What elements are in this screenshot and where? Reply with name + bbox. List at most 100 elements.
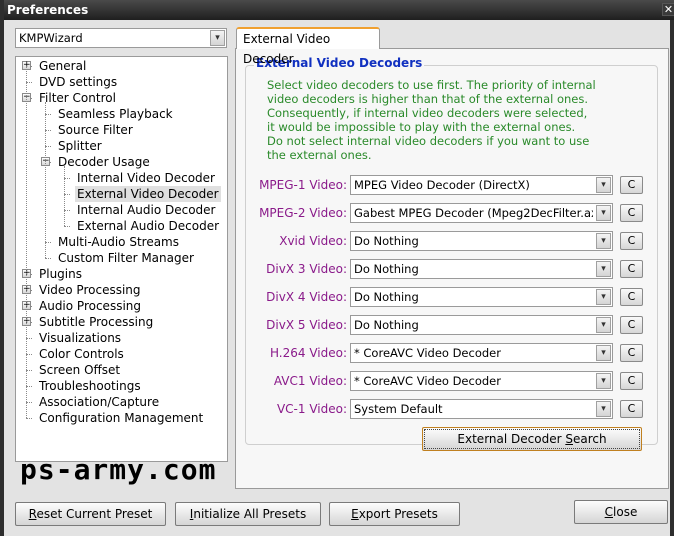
tree-connector — [26, 418, 32, 419]
decoder-value: System Default — [354, 402, 443, 416]
decoder-select[interactable]: Do Nothing ▾ — [350, 259, 613, 279]
chevron-down-icon[interactable]: ▾ — [596, 233, 611, 249]
decoder-label: H.264 Video: — [269, 346, 347, 360]
tree-item[interactable]: General — [37, 58, 88, 74]
decoder-value: Do Nothing — [354, 234, 419, 248]
decoder-label: Xvid Video: — [279, 234, 347, 248]
tree-item[interactable]: Seamless Playback — [56, 106, 175, 122]
decoder-select[interactable]: Gabest MPEG Decoder (Mpeg2DecFilter.ax) ▾ — [350, 203, 613, 223]
tree-guide-line — [45, 102, 46, 258]
decoder-label: AVC1 Video: — [273, 374, 347, 388]
tree-item[interactable]: Source Filter — [56, 122, 135, 138]
chevron-down-icon[interactable]: ▾ — [210, 30, 225, 46]
tree-item[interactable]: Association/Capture — [37, 394, 161, 410]
preferences-window: Preferences ✕ KMPWizard ▾ General + DVD se… — [0, 0, 674, 536]
tree-item[interactable]: Splitter — [56, 138, 104, 154]
reset-current-preset-button[interactable]: Reset Current Preset — [15, 502, 166, 526]
close-label: lose — [613, 505, 638, 519]
description-line: it would be impossible to play with the … — [267, 120, 576, 134]
chevron-down-icon[interactable]: ▾ — [596, 345, 611, 361]
chevron-down-icon[interactable]: ▾ — [596, 289, 611, 305]
tree-item[interactable]: Visualizations — [37, 330, 123, 346]
preset-select[interactable]: KMPWizard ▾ — [15, 28, 227, 48]
tree-guide-line — [26, 66, 27, 418]
close-button[interactable]: Close — [574, 500, 668, 524]
preset-value: KMPWizard — [19, 31, 83, 45]
title-bar: Preferences ✕ — [4, 0, 674, 20]
tree-item[interactable]: Troubleshootings — [37, 378, 143, 394]
tree-guide-line — [64, 166, 65, 226]
tree-item[interactable]: External Audio Decoder — [75, 218, 221, 234]
export-presets-button[interactable]: Export Presets — [329, 502, 460, 526]
watermark-text: ps-army.com — [20, 453, 217, 486]
decoder-value: * CoreAVC Video Decoder — [354, 346, 501, 360]
chevron-down-icon[interactable]: ▾ — [596, 205, 611, 221]
decoder-select[interactable]: Do Nothing ▾ — [350, 315, 613, 335]
decoder-value: Do Nothing — [354, 290, 419, 304]
description-line: Select video decoders to use first. The … — [267, 78, 596, 92]
tree-item[interactable]: Internal Audio Decoder — [75, 202, 217, 218]
decoder-label: DivX 4 Video: — [266, 290, 347, 304]
clear-decoder-button[interactable]: C — [620, 232, 643, 250]
chevron-down-icon[interactable]: ▾ — [596, 261, 611, 277]
decoder-value: Do Nothing — [354, 318, 419, 332]
reset-label: eset Current Preset — [36, 507, 153, 521]
decoder-value: MPEG Video Decoder (DirectX) — [354, 178, 530, 192]
decoder-select[interactable]: MPEG Video Decoder (DirectX) ▾ — [350, 175, 613, 195]
clear-decoder-button[interactable]: C — [620, 204, 643, 222]
export-accel: E — [351, 507, 359, 521]
clear-decoder-button[interactable]: C — [620, 176, 643, 194]
description-line: the external ones. — [267, 148, 372, 162]
tree-connector — [64, 226, 70, 227]
decoder-select[interactable]: System Default ▾ — [350, 399, 613, 419]
tree-item[interactable]: Decoder Usage — [56, 154, 152, 170]
chevron-down-icon[interactable]: ▾ — [596, 317, 611, 333]
clear-decoder-button[interactable]: C — [620, 260, 643, 278]
decoder-label: MPEG-2 Video: — [259, 206, 347, 220]
close-icon[interactable]: ✕ — [662, 3, 674, 16]
clear-decoder-button[interactable]: C — [620, 400, 643, 418]
description-line: video decoders is higher than that of th… — [267, 92, 589, 106]
settings-tree[interactable]: General + DVD settings Filter Control − Seaml… — [15, 56, 228, 462]
tree-item[interactable]: Filter Control — [37, 90, 118, 106]
window-title: Preferences — [7, 3, 89, 17]
tree-item[interactable]: Plugins — [37, 266, 84, 282]
tree-item[interactable]: Screen Offset — [37, 362, 122, 378]
chevron-down-icon[interactable]: ▾ — [596, 177, 611, 193]
tree-item[interactable]: Video Processing — [37, 282, 143, 298]
search-button-label-post: earch — [572, 432, 607, 446]
tree-item[interactable]: Color Controls — [37, 346, 126, 362]
chevron-down-icon[interactable]: ▾ — [596, 373, 611, 389]
tree-item[interactable]: Internal Video Decoder — [75, 170, 217, 186]
chevron-down-icon[interactable]: ▾ — [596, 401, 611, 417]
tree-item[interactable]: DVD settings — [37, 74, 119, 90]
description-line: Consequently, if internal video decoders… — [267, 106, 588, 120]
tree-item[interactable]: Audio Processing — [37, 298, 143, 314]
tree-item[interactable]: Multi-Audio Streams — [56, 234, 181, 250]
clear-decoder-button[interactable]: C — [620, 288, 643, 306]
tree-item[interactable]: Configuration Management — [37, 410, 205, 426]
clear-decoder-button[interactable]: C — [620, 316, 643, 334]
decoder-select[interactable]: * CoreAVC Video Decoder ▾ — [350, 371, 613, 391]
clear-decoder-button[interactable]: C — [620, 344, 643, 362]
decoder-label: MPEG-1 Video: — [259, 178, 347, 192]
decoder-value: Do Nothing — [354, 262, 419, 276]
tree-item[interactable]: Subtitle Processing — [37, 314, 155, 330]
initialize-all-presets-button[interactable]: Initialize All Presets — [175, 502, 321, 526]
decoder-select[interactable]: * CoreAVC Video Decoder ▾ — [350, 343, 613, 363]
external-decoder-search-button[interactable]: External Decoder Search — [422, 427, 642, 451]
decoder-label: DivX 5 Video: — [266, 318, 347, 332]
decoder-label: DivX 3 Video: — [266, 262, 347, 276]
decoder-select[interactable]: Do Nothing ▾ — [350, 287, 613, 307]
decoder-value: * CoreAVC Video Decoder — [354, 374, 501, 388]
close-accel: C — [604, 505, 614, 519]
decoder-label: VC-1 Video: — [276, 402, 347, 416]
description-text: Select video decoders to use first. The … — [267, 78, 627, 162]
tab-external-video-decoder[interactable]: External Video Decoder — [236, 27, 380, 66]
tree-item[interactable]: Custom Filter Manager — [56, 250, 196, 266]
decoder-select[interactable]: Do Nothing ▾ — [350, 231, 613, 251]
tree-item[interactable]: External Video Decoder — [75, 186, 221, 202]
search-button-label-pre: External Decoder — [457, 432, 566, 446]
description-line: Do not select internal video decoders if… — [267, 134, 590, 148]
clear-decoder-button[interactable]: C — [620, 372, 643, 390]
